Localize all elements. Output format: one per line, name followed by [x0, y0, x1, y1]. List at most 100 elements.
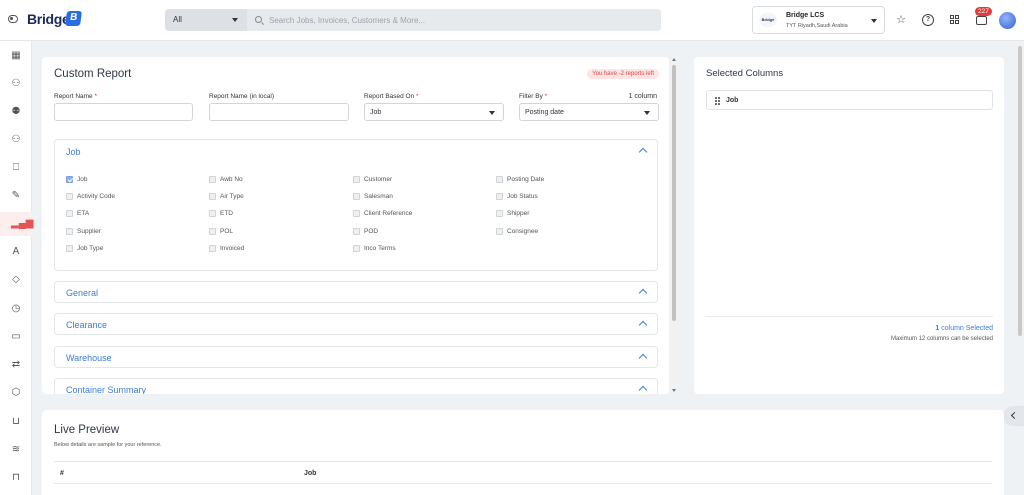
checkbox-label-job-type[interactable]: Job Type [77, 245, 103, 252]
checkbox-salesman[interactable] [353, 193, 360, 200]
apps-grid-icon[interactable] [949, 14, 961, 26]
sidebar-item-font[interactable]: A [0, 240, 32, 264]
checkbox-label-pol[interactable]: POL [220, 228, 233, 235]
checkbox-pol[interactable] [209, 228, 216, 235]
checkbox-label-job-status[interactable]: Job Status [507, 193, 538, 200]
scroll-up-icon[interactable] [672, 58, 676, 61]
custom-report-card: Custom Report You have -2 reports left R… [42, 57, 669, 394]
section-container-summary[interactable]: Container Summary [54, 378, 658, 394]
filter-by-select[interactable]: Posting date [519, 103, 659, 121]
checkbox-label-awb-no[interactable]: Awb No [220, 176, 243, 183]
company-name: Bridge LCS [786, 12, 825, 19]
checkbox-label-shipper[interactable]: Shipper [507, 210, 529, 217]
checkbox-inco-terms[interactable] [353, 245, 360, 252]
checkbox-label-client-reference[interactable]: Client Reference [364, 210, 412, 217]
sidebar-item-tags[interactable]: ◇ [0, 268, 32, 292]
checkbox-invoiced[interactable] [209, 245, 216, 252]
collapse-panel-button[interactable] [1003, 406, 1024, 426]
sidebar-item-dashboard[interactable]: ▦ [0, 44, 32, 68]
checkbox-posting-date[interactable] [496, 176, 503, 183]
checkbox-label-activity-code[interactable]: Activity Code [77, 193, 115, 200]
checkbox-label-inco-terms[interactable]: Inco Terms [364, 245, 396, 252]
checkbox-pod[interactable] [353, 228, 360, 235]
checkbox-job[interactable] [66, 176, 73, 183]
drag-handle-icon[interactable] [715, 97, 720, 105]
sidebar-item-users[interactable]: ⚉ [0, 100, 32, 124]
section-clearance[interactable]: Clearance [54, 313, 658, 335]
checkbox-label-consignee[interactable]: Consignee [507, 228, 538, 235]
clock-icon: ◷ [11, 303, 21, 314]
checkbox-shipper[interactable] [496, 210, 503, 217]
help-icon[interactable]: ? [922, 14, 934, 26]
sidebar-toggle-icon[interactable] [8, 15, 18, 23]
checkbox-label-salesman[interactable]: Salesman [364, 193, 393, 200]
section-general[interactable]: General [54, 281, 658, 303]
page-scrollbar-thumb[interactable] [1018, 46, 1022, 336]
live-preview-subtitle: Below details are sample for your refere… [54, 442, 162, 448]
scroll-down-icon[interactable] [672, 389, 676, 392]
checkbox-air-type[interactable] [209, 193, 216, 200]
brand-logo[interactable]: Bridge [27, 11, 70, 27]
sidebar-item-edit[interactable]: ✎ [0, 184, 32, 208]
checkbox-label-supplier[interactable]: Supplier [77, 228, 101, 235]
section-job-title[interactable]: Job [66, 147, 81, 157]
sidebar-item-history[interactable]: ◷ [0, 297, 32, 321]
search-scope-select[interactable]: All [165, 9, 247, 31]
checkbox-etd[interactable] [209, 210, 216, 217]
sidebar-item-inbox[interactable]: ⊓ [0, 466, 32, 490]
edit-icon: ✎ [11, 190, 21, 201]
report-name-input[interactable] [54, 103, 193, 121]
preview-table-header: # Job [54, 461, 992, 484]
avatar[interactable] [999, 12, 1016, 29]
sidebar-item-bookmarks[interactable]: ⎕ [0, 156, 32, 180]
checkbox-customer[interactable] [353, 176, 360, 183]
checkbox-eta[interactable] [66, 210, 73, 217]
chevron-up-icon[interactable] [638, 288, 648, 298]
selected-column-item[interactable]: Job [706, 90, 993, 110]
checkbox-job-type[interactable] [66, 245, 73, 252]
box-icon: ⬡ [11, 387, 21, 398]
checkbox-label-customer[interactable]: Customer [364, 176, 392, 183]
chevron-up-icon[interactable] [638, 385, 648, 394]
chevron-up-icon[interactable] [638, 353, 648, 363]
notifications-icon[interactable] [976, 16, 987, 25]
sidebar-item-cart[interactable]: ⊔ [0, 410, 32, 434]
checkbox-consignee[interactable] [496, 228, 503, 235]
filter-by-value: Posting date [525, 109, 564, 116]
checkbox-label-pod[interactable]: POD [364, 228, 378, 235]
chevron-up-icon[interactable] [638, 320, 648, 330]
scrollbar-thumb[interactable] [672, 65, 676, 321]
checkbox-activity-code[interactable] [66, 193, 73, 200]
checkbox-client-reference[interactable] [353, 210, 360, 217]
sidebar-item-packages[interactable]: ⬡ [0, 381, 32, 405]
search-input[interactable] [269, 12, 649, 28]
checkbox-job-status[interactable] [496, 193, 503, 200]
page-scrollbar[interactable] [1016, 41, 1024, 341]
checkbox-supplier[interactable] [66, 228, 73, 235]
company-switcher[interactable]: Bridge Bridge LCS TYT Riyadh,Saudi Arabi… [752, 6, 885, 34]
sidebar-item-reports[interactable]: ▂▄▆ [0, 212, 33, 236]
section-container-summary-title: Container Summary [66, 385, 147, 394]
sidebar-item-add-user[interactable]: ⚇ [0, 128, 32, 152]
checkbox-label-etd[interactable]: ETD [220, 210, 233, 217]
checkbox-awb-no[interactable] [209, 176, 216, 183]
checkbox-label-job[interactable]: Job [77, 176, 87, 183]
checkbox-label-invoiced[interactable]: Invoiced [220, 245, 244, 252]
font-icon: A [12, 246, 20, 257]
sidebar-item-user[interactable]: ⚇ [0, 72, 32, 96]
checkbox-label-air-type[interactable]: Air Type [220, 193, 244, 200]
chevron-up-icon[interactable] [638, 147, 648, 157]
report-based-on-select[interactable]: Job [364, 103, 504, 121]
star-icon[interactable]: ☆ [895, 14, 907, 26]
sidebar-item-payments[interactable]: ▭ [0, 325, 32, 349]
section-job: Job Job Awb No Customer Posting Date Activit… [54, 139, 658, 271]
checkbox-label-posting-date[interactable]: Posting Date [507, 176, 544, 183]
sidebar-item-layers[interactable]: ≋ [0, 438, 32, 462]
section-general-title: General [66, 288, 99, 298]
sidebar-item-transfers[interactable]: ⇄ [0, 353, 32, 377]
report-scrollbar[interactable] [671, 57, 677, 394]
report-name-local-input[interactable] [209, 103, 349, 121]
report-based-on-label: Report Based On * [364, 93, 419, 100]
checkbox-label-eta[interactable]: ETA [77, 210, 89, 217]
section-warehouse[interactable]: Warehouse [54, 346, 658, 368]
